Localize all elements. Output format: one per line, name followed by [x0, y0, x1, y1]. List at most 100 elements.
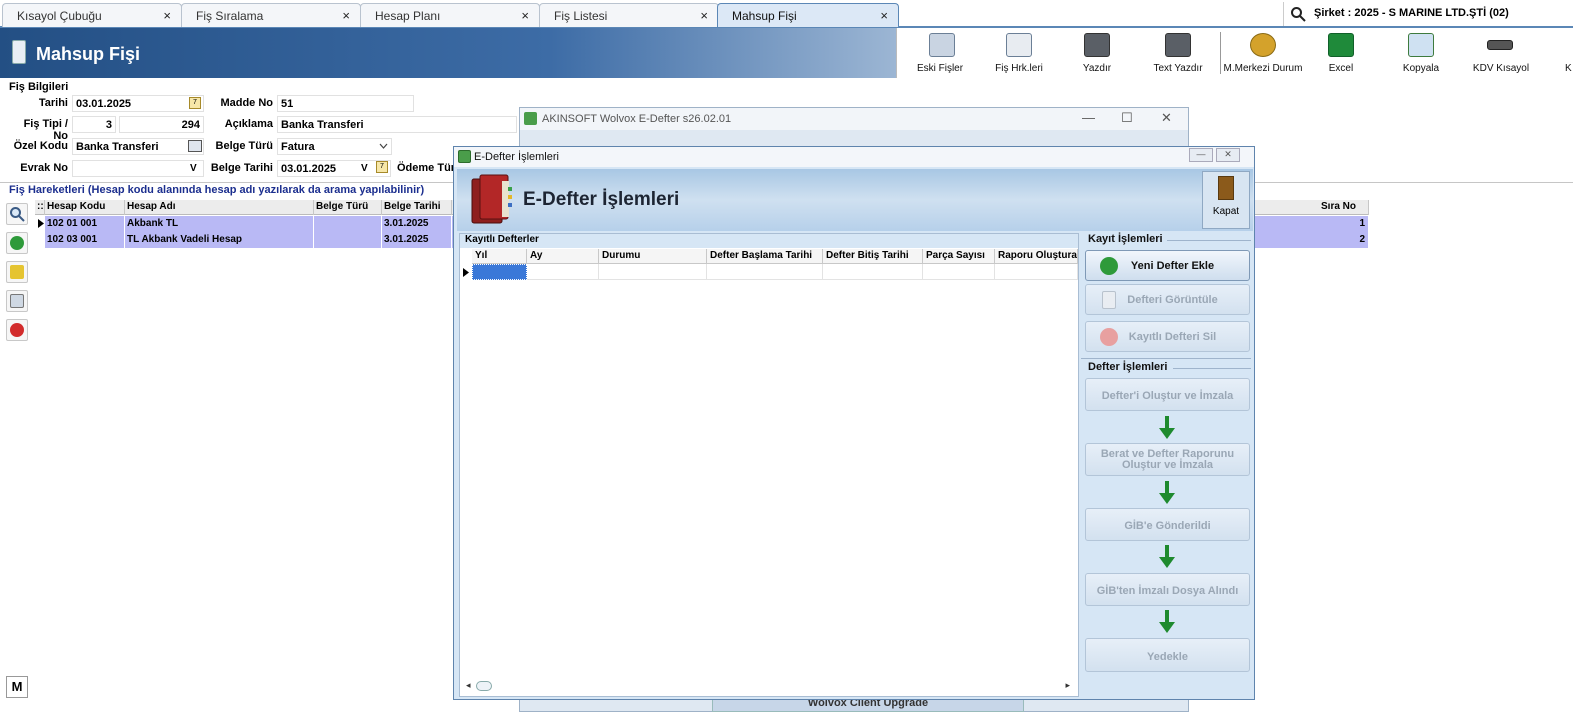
col-defter-bitis[interactable]: Defter Bitiş Tarihi	[823, 249, 923, 264]
belge-turu-label: Belge Türü	[215, 140, 273, 152]
grid-cell[interactable]	[923, 264, 995, 280]
calendar-icon[interactable]: 7	[189, 97, 201, 109]
cell-hesap-kodu[interactable]: 102 03 001	[45, 232, 125, 248]
cell-belge-turu[interactable]	[314, 232, 382, 248]
col-defter-baslama[interactable]: Defter Başlama Tarihi	[707, 249, 823, 264]
edit-row-button[interactable]	[6, 261, 28, 283]
group-divider	[1167, 240, 1251, 241]
edit-icon	[10, 265, 24, 279]
coins-icon	[1250, 33, 1276, 57]
app-icon	[524, 112, 537, 125]
window-titlebar: AKINSOFT Wolvox E-Defter s26.02.01 — ☐ ✕	[520, 108, 1188, 130]
madde-no-field[interactable]: 51	[277, 95, 414, 112]
cell-belge-turu[interactable]	[314, 216, 382, 232]
belge-turu-select[interactable]: Fatura	[277, 138, 392, 155]
window-title: AKINSOFT Wolvox E-Defter s26.02.01	[542, 113, 732, 125]
tab-fis-siralama[interactable]: Fiş Sıralama ×	[181, 3, 361, 27]
m-button[interactable]: M	[6, 676, 28, 698]
cell-hesap-adi[interactable]: Akbank TL	[125, 216, 314, 232]
sent-to-gib-button[interactable]: GİB'e Gönderildi	[1085, 508, 1250, 541]
cell-belge-tarihi[interactable]: 3.01.2025	[382, 216, 452, 232]
aciklama-field[interactable]: Banka Transferi	[277, 116, 517, 133]
ozel-kodu-field[interactable]: Banka Transferi	[72, 138, 204, 155]
col-hesap-adi[interactable]: Hesap Adı	[125, 200, 314, 215]
search-icon[interactable]	[1290, 6, 1306, 22]
delete-row-button[interactable]	[6, 319, 28, 341]
excel-button[interactable]: Excel	[1311, 28, 1371, 78]
tab-kisayol-cubugu[interactable]: Kısayol Çubuğu ×	[2, 3, 182, 27]
text-print-button[interactable]: Text Yazdır	[1147, 28, 1209, 78]
col-durumu[interactable]: Durumu	[599, 249, 707, 264]
search-button[interactable]	[6, 203, 28, 225]
col-hesap-kodu[interactable]: Hesap Kodu	[45, 200, 125, 215]
copy-button[interactable]: Kopyala	[1391, 28, 1451, 78]
berat-report-button[interactable]: Berat ve Defter Raporunu Oluştur ve İmza…	[1085, 443, 1250, 476]
close-dialog-button[interactable]: Kapat	[1202, 171, 1250, 229]
cell-sira-no[interactable]: 1	[1319, 216, 1369, 232]
company-indicator[interactable]: Şirket : 2025 - S MARINE LTD.ŞTİ (02)	[1283, 2, 1573, 26]
col-ay[interactable]: Ay	[527, 249, 599, 264]
cell-hesap-kodu[interactable]: 102 01 001	[45, 216, 125, 232]
more-toolbar-button[interactable]: K	[1557, 28, 1573, 78]
close-icon[interactable]: ×	[342, 8, 350, 23]
maximize-button[interactable]: ☐	[1121, 110, 1133, 126]
chevron-down-icon[interactable]	[379, 143, 388, 150]
tab-fis-listesi[interactable]: Fiş Listesi ×	[539, 3, 719, 27]
col-rapor-olustur[interactable]: Raporu Oluştura	[995, 249, 1078, 264]
col-belge-turu[interactable]: Belge Türü	[314, 200, 382, 215]
create-sign-ledger-button[interactable]: Defter'i Oluştur ve İmzala	[1085, 378, 1250, 411]
grid-cell[interactable]	[823, 264, 923, 280]
lookup-icon[interactable]	[188, 140, 202, 152]
close-button[interactable]: ✕	[1216, 148, 1240, 162]
scroll-thumb[interactable]	[476, 681, 492, 691]
tab-hesap-plani[interactable]: Hesap Planı ×	[360, 3, 540, 27]
minimize-button[interactable]: —	[1189, 148, 1213, 162]
cost-center-status-button[interactable]: M.Merkezi Durum	[1223, 28, 1303, 78]
close-icon[interactable]: ×	[521, 8, 529, 23]
cell-hesap-adi[interactable]: TL Akbank Vadeli Hesap	[125, 232, 314, 248]
belge-tarihi-field[interactable]: 03.01.2025	[277, 160, 391, 177]
grid-cell[interactable]	[527, 264, 599, 280]
new-ledger-button[interactable]: Yeni Defter Ekle	[1085, 250, 1250, 281]
fis-no-field[interactable]: 294	[119, 116, 204, 133]
cell-belge-tarihi[interactable]: 3.01.2025	[382, 232, 452, 248]
scroll-left-icon[interactable]: ◂	[466, 680, 471, 691]
close-icon[interactable]: ×	[700, 8, 708, 23]
horizontal-scrollbar[interactable]: ◂ ▸	[462, 680, 1074, 692]
tab-label: Hesap Planı	[375, 9, 441, 23]
calendar-icon[interactable]: 7	[376, 161, 388, 173]
minimize-button[interactable]: —	[1082, 110, 1095, 125]
view-ledger-button[interactable]: Defteri Görüntüle	[1085, 284, 1250, 315]
col-parca-sayisi[interactable]: Parça Sayısı	[923, 249, 995, 264]
evrak-no-field[interactable]	[72, 160, 204, 177]
close-icon[interactable]: ×	[880, 8, 888, 23]
belge-tarihi-v-button[interactable]: V	[361, 163, 368, 174]
close-button[interactable]: ✕	[1161, 110, 1172, 126]
add-row-button[interactable]	[6, 232, 28, 254]
col-belge-tarihi[interactable]: Belge Tarihi	[382, 200, 452, 215]
backup-button[interactable]: Yedekle	[1085, 638, 1250, 672]
selected-cell[interactable]	[472, 264, 527, 280]
col-yil[interactable]: Yıl	[472, 249, 527, 264]
grid-cell[interactable]	[599, 264, 707, 280]
kdv-shortcut-button[interactable]: KDV Kısayol	[1469, 28, 1533, 78]
grid-cell[interactable]	[995, 264, 1078, 280]
grid-cell[interactable]	[707, 264, 823, 280]
scroll-right-icon[interactable]: ▸	[1065, 680, 1070, 691]
close-icon[interactable]: ×	[163, 8, 171, 23]
old-receipts-button[interactable]: Eski Fişler	[911, 28, 969, 78]
print-button[interactable]: Yazdır	[1067, 28, 1127, 78]
col-sira-no[interactable]: Sıra No	[1319, 200, 1369, 215]
evrak-no-v-button[interactable]: V	[190, 163, 197, 174]
tab-label: Fiş Sıralama	[196, 9, 264, 23]
copy-row-button[interactable]	[6, 290, 28, 312]
delete-ledger-button[interactable]: Kayıtlı Defteri Sil	[1085, 321, 1250, 352]
search-icon	[10, 207, 25, 222]
receipt-movements-button[interactable]: Fiş Hrk.leri	[989, 28, 1049, 78]
cell-sira-no[interactable]: 2	[1319, 232, 1369, 248]
tarihi-field[interactable]: 03.01.2025	[72, 95, 204, 112]
button-label: GİB'ten İmzalı Dosya Alındı	[1096, 585, 1239, 597]
tab-mahsup-fisi[interactable]: Mahsup Fişi ×	[717, 3, 899, 27]
fis-tipi-field[interactable]: 3	[72, 116, 116, 133]
signed-file-received-button[interactable]: GİB'ten İmzalı Dosya Alındı	[1085, 573, 1250, 606]
